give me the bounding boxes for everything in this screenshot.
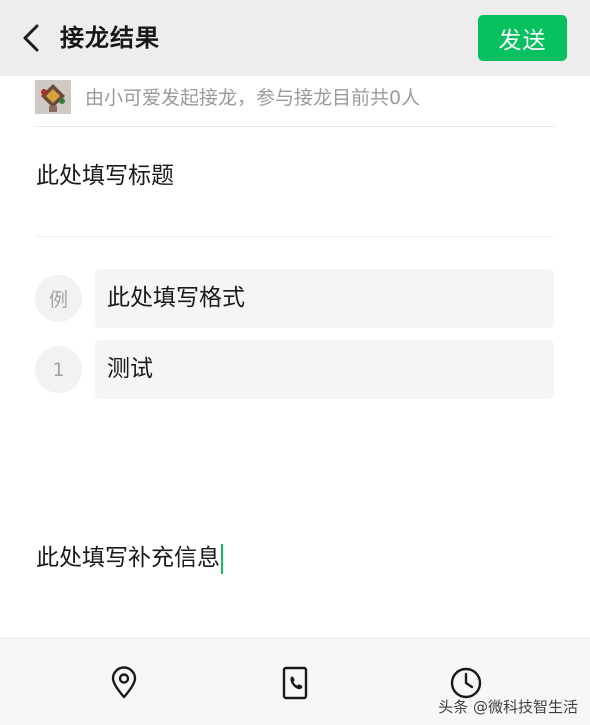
title-input[interactable]: 此处填写标题 bbox=[36, 158, 554, 198]
extra-info-input[interactable]: 此处填写补充信息 bbox=[36, 540, 223, 580]
location-button[interactable] bbox=[104, 663, 144, 703]
clock-icon bbox=[450, 667, 482, 699]
entry-input[interactable]: 测试 bbox=[95, 340, 554, 399]
phone-icon bbox=[282, 666, 308, 700]
bottom-toolbar: 头条 @微科技智生活 bbox=[0, 638, 590, 725]
watermark: 头条 @微科技智生活 bbox=[438, 698, 578, 716]
list-item: 例 此处填写格式 bbox=[35, 269, 554, 329]
divider bbox=[36, 236, 554, 237]
initiator-info: 由小可爱发起接龙，参与接龙目前共0人 bbox=[35, 80, 555, 127]
entry-number: 1 bbox=[35, 346, 82, 393]
entry-input[interactable]: 此处填写格式 bbox=[95, 269, 554, 328]
top-bar: 接龙结果 发送 bbox=[0, 0, 590, 76]
back-button[interactable] bbox=[14, 20, 48, 56]
location-pin-icon bbox=[111, 666, 137, 699]
initiator-summary: 由小可爱发起接龙，参与接龙目前共0人 bbox=[85, 87, 421, 109]
avatar-image bbox=[35, 80, 71, 114]
send-button[interactable]: 发送 bbox=[478, 15, 567, 61]
extra-info-text: 此处填写补充信息 bbox=[36, 545, 220, 571]
phone-button[interactable] bbox=[275, 663, 315, 703]
chevron-left-icon bbox=[23, 24, 39, 52]
avatar[interactable] bbox=[35, 80, 71, 114]
entry-number: 例 bbox=[35, 275, 82, 322]
page-title: 接龙结果 bbox=[60, 24, 160, 52]
text-cursor bbox=[221, 543, 223, 574]
list-item: 1 测试 bbox=[35, 340, 554, 400]
